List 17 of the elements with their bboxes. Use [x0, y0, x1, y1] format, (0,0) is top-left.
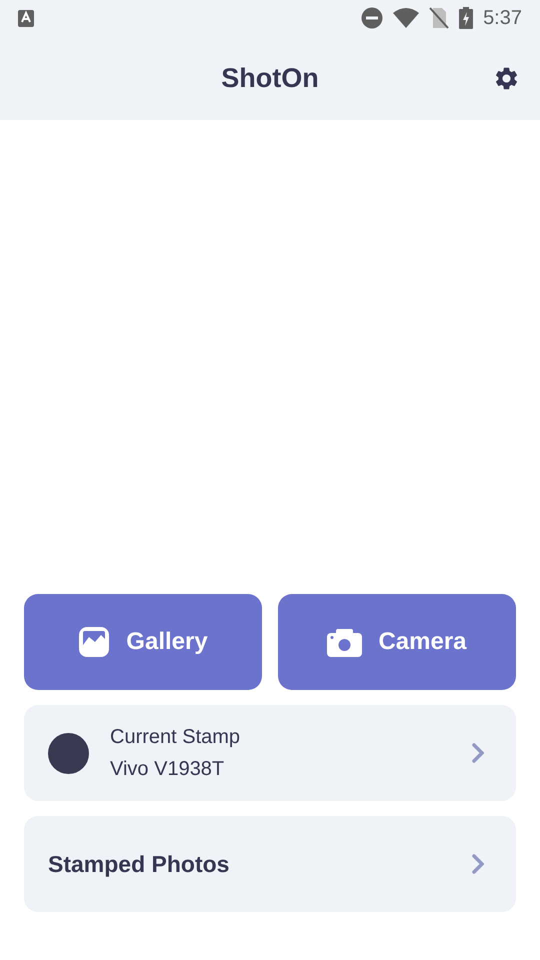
app-title: ShotOn [221, 62, 319, 95]
gallery-button[interactable]: Gallery [24, 594, 262, 690]
no-sim-icon [429, 7, 450, 29]
status-time: 5:37 [483, 6, 522, 31]
chevron-right-icon [472, 854, 484, 874]
stamped-photos-card[interactable]: Stamped Photos [24, 816, 516, 912]
camera-button[interactable]: Camera [278, 594, 516, 690]
current-stamp-card[interactable]: Current Stamp Vivo V1938T [24, 705, 516, 801]
battery-charging-icon [459, 7, 474, 29]
current-stamp-value: Vivo V1938T [110, 757, 226, 781]
image-icon [78, 626, 110, 658]
camera-icon [327, 628, 362, 656]
do-not-disturb-icon [361, 7, 384, 29]
keyboard-icon [18, 10, 34, 26]
current-stamp-label: Current Stamp [110, 725, 242, 749]
wifi-icon [393, 8, 420, 28]
chevron-right-icon [472, 743, 484, 763]
